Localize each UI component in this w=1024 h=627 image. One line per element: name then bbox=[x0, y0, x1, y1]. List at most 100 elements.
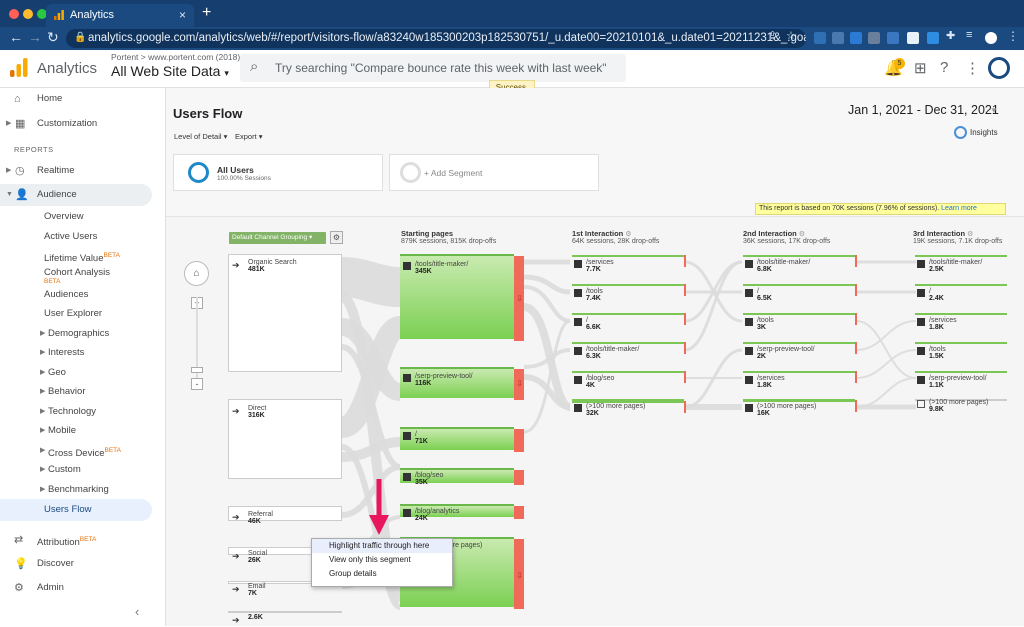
add-segment-button[interactable]: + Add Segment bbox=[389, 154, 599, 191]
dimension-settings-gear-icon[interactable]: ⚙ bbox=[330, 231, 343, 244]
settings-icon[interactable]: ⚙ bbox=[967, 231, 973, 238]
zoom-slider-handle[interactable] bbox=[191, 367, 203, 373]
sidebar-item-attribution[interactable]: ⇄ AttributionBETA bbox=[0, 529, 152, 551]
sidebar-item-interests[interactable]: ▶ Interests bbox=[0, 342, 152, 364]
browser-tab[interactable]: Analytics × bbox=[46, 4, 194, 27]
sidebar-item-behavior[interactable]: ▶ Behavior bbox=[0, 381, 152, 403]
clock-icon: ◷ bbox=[15, 165, 25, 177]
learn-more-link[interactable]: Learn more bbox=[941, 205, 977, 212]
insights-button[interactable]: Insights bbox=[954, 126, 998, 139]
settings-icon[interactable]: ⚙ bbox=[799, 231, 805, 238]
reload-icon[interactable]: ↻ bbox=[47, 29, 59, 46]
sidebar-item-benchmarking[interactable]: ▶ Benchmarking bbox=[0, 479, 152, 501]
profile-icon[interactable] bbox=[985, 32, 997, 44]
minimize-window-icon[interactable] bbox=[23, 9, 33, 19]
extension-icon[interactable] bbox=[907, 32, 919, 44]
page-icon bbox=[574, 376, 582, 384]
gear-icon: ⚙ bbox=[14, 582, 24, 594]
date-range-picker[interactable]: Jan 1, 2021 - Dec 31, 2021 ▼ bbox=[848, 103, 999, 117]
collapse-sidebar-icon[interactable]: ‹ bbox=[135, 604, 139, 619]
source-node-other[interactable] bbox=[228, 611, 342, 613]
zoom-out-button[interactable]: - bbox=[191, 378, 203, 390]
close-tab-icon[interactable]: × bbox=[179, 8, 186, 22]
sidebar-item-mobile[interactable]: ▶ Mobile bbox=[0, 420, 152, 442]
dropoff-arrow-icon: ⇩ bbox=[516, 294, 523, 303]
reading-list-icon[interactable]: ≡ bbox=[966, 29, 972, 41]
back-icon[interactable]: ← bbox=[9, 29, 23, 45]
interaction3-node[interactable] bbox=[915, 255, 1007, 257]
account-avatar[interactable] bbox=[988, 57, 1010, 79]
interaction1-node[interactable] bbox=[572, 313, 686, 325]
zoom-slider-track[interactable] bbox=[196, 297, 198, 378]
close-window-icon[interactable] bbox=[9, 9, 19, 19]
person-icon: 👤 bbox=[15, 189, 29, 201]
help-icon[interactable]: ? bbox=[940, 59, 948, 76]
page-icon bbox=[403, 432, 411, 440]
search-input[interactable]: ⌕ Try searching "Compare bounce rate thi… bbox=[240, 54, 626, 82]
sidebar-item-cohort-analysis[interactable]: Cohort Analysis BETA bbox=[0, 262, 152, 286]
page-icon bbox=[745, 376, 753, 384]
interaction2-node[interactable] bbox=[743, 371, 857, 383]
share-icon[interactable]: ⇪ bbox=[768, 29, 777, 42]
address-bar[interactable]: 🔒 analytics.google.com/analytics/web/#/r… bbox=[66, 29, 806, 48]
sidebar-item-user-explorer[interactable]: User Explorer bbox=[0, 303, 152, 325]
extension-icon[interactable] bbox=[850, 32, 862, 44]
sidebar-item-realtime[interactable]: ▶ ◷ Realtime bbox=[0, 160, 152, 182]
menu-item-view-segment[interactable]: View only this segment bbox=[312, 553, 452, 567]
extension-icon[interactable] bbox=[832, 32, 844, 44]
analytics-logo-icon bbox=[10, 58, 28, 77]
interaction2-node[interactable] bbox=[743, 342, 857, 354]
interaction1-node[interactable] bbox=[572, 342, 686, 354]
level-of-detail-menu[interactable]: Level of Detail ▾ bbox=[174, 132, 227, 141]
interaction2-node[interactable] bbox=[743, 313, 857, 325]
interaction1-node[interactable] bbox=[572, 371, 686, 383]
forward-icon[interactable]: → bbox=[28, 29, 42, 45]
sidebar-item-home[interactable]: ⌂ Home bbox=[0, 88, 152, 110]
property-selector[interactable]: All Web Site Data ▾ bbox=[111, 63, 229, 79]
pan-control-home-icon[interactable]: ⌂ bbox=[184, 261, 209, 286]
extension-icon[interactable] bbox=[814, 32, 826, 44]
sidebar-item-overview[interactable]: Overview bbox=[0, 206, 152, 228]
page-icon bbox=[574, 289, 582, 297]
dimension-selector[interactable]: Default Channel Grouping ▾ bbox=[229, 232, 326, 244]
menu-item-highlight-traffic[interactable]: Highlight traffic through here bbox=[312, 539, 452, 553]
interaction3-node[interactable] bbox=[915, 371, 1007, 373]
source-node-referral[interactable] bbox=[228, 506, 342, 521]
settings-icon[interactable]: ⚙ bbox=[625, 231, 631, 238]
page-label: (>100 more pages) 16K bbox=[745, 403, 816, 417]
source-node-direct[interactable] bbox=[228, 399, 342, 479]
bookmark-star-icon[interactable]: ☆ bbox=[786, 29, 796, 42]
extension-icon[interactable] bbox=[887, 32, 899, 44]
extension-icon[interactable] bbox=[868, 32, 880, 44]
sidebar-item-discover[interactable]: 💡 Discover bbox=[0, 553, 152, 575]
account-breadcrumb[interactable]: Portent > www.portent.com (2018) bbox=[111, 52, 240, 62]
extension-icon[interactable] bbox=[927, 32, 939, 44]
interaction2-node[interactable] bbox=[743, 399, 857, 412]
column-header-1st-interaction: 1st Interaction ⚙ 64K sessions, 28K drop-… bbox=[572, 229, 660, 245]
page-label: /2.4K bbox=[917, 288, 944, 302]
sidebar-item-customization[interactable]: ▶ ▦ Customization bbox=[0, 113, 152, 135]
more-options-icon[interactable]: ⋮ bbox=[965, 59, 980, 77]
sidebar-item-users-flow[interactable]: Users Flow bbox=[0, 499, 152, 521]
interaction2-node[interactable] bbox=[743, 284, 857, 296]
property-name: All Web Site Data bbox=[111, 63, 221, 79]
apps-grid-icon[interactable]: ⊞ bbox=[914, 59, 927, 77]
browser-menu-icon[interactable]: ⋮ bbox=[1007, 29, 1019, 43]
interaction3-node[interactable] bbox=[915, 284, 1007, 286]
new-tab-button[interactable]: + bbox=[202, 4, 211, 22]
segment-all-users[interactable]: All Users 100.00% Sessions bbox=[173, 154, 383, 191]
interaction2-node[interactable] bbox=[743, 255, 857, 267]
puzzle-extensions-icon[interactable]: ✚ bbox=[946, 29, 955, 42]
sidebar-item-admin[interactable]: ⚙ Admin bbox=[0, 577, 152, 599]
page-label: /blog/seo 4K bbox=[574, 375, 614, 389]
interaction1-node[interactable] bbox=[572, 255, 686, 267]
export-menu[interactable]: Export ▾ bbox=[235, 132, 263, 141]
interaction3-node[interactable] bbox=[915, 313, 1007, 315]
interaction3-node[interactable] bbox=[915, 342, 1007, 344]
menu-item-group-details[interactable]: Group details bbox=[312, 567, 452, 581]
page-icon bbox=[745, 347, 753, 355]
interaction1-node[interactable] bbox=[572, 284, 686, 296]
sidebar-item-custom[interactable]: ▶ Custom bbox=[0, 459, 152, 481]
home-icon: ⌂ bbox=[14, 93, 21, 105]
sidebar-item-audience[interactable]: ▼ 👤 Audience bbox=[0, 184, 152, 206]
